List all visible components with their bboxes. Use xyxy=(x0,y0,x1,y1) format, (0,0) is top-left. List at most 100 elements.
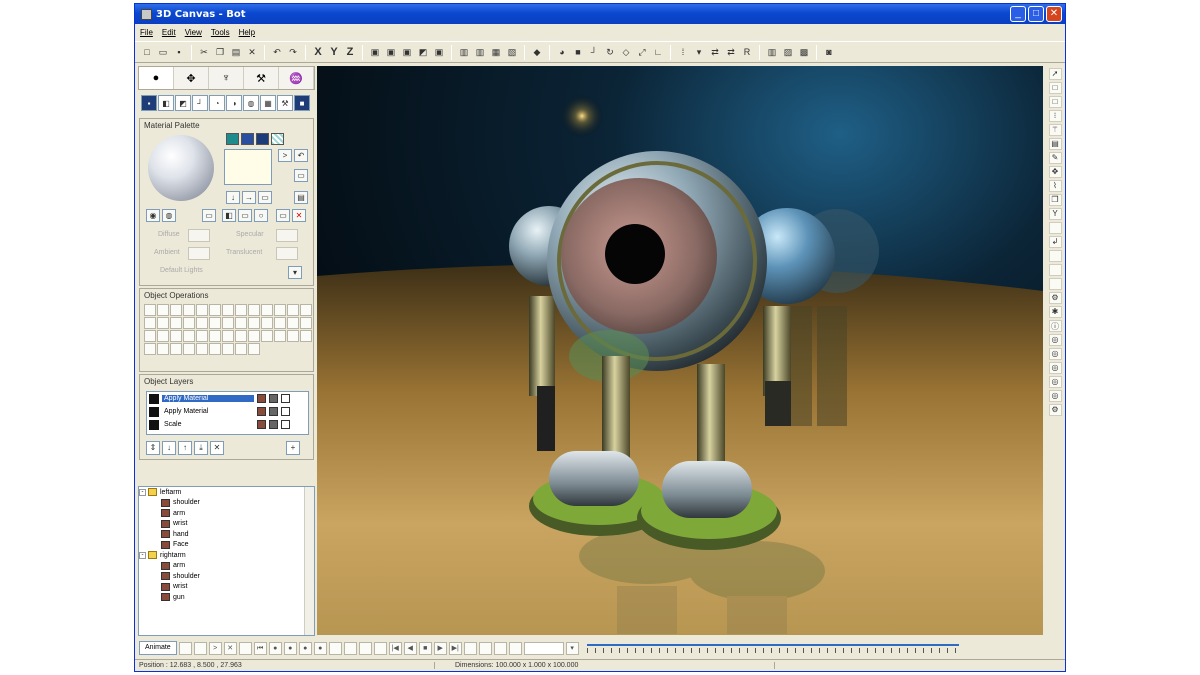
visibility-icon[interactable] xyxy=(269,420,278,429)
tree-item[interactable]: arm xyxy=(139,508,314,519)
settings-icon[interactable]: ⚙ xyxy=(1048,404,1062,416)
circle-icon[interactable]: ◎ xyxy=(1048,348,1062,360)
collapse-icon[interactable]: - xyxy=(139,551,146,559)
menu-view[interactable]: View xyxy=(185,28,202,37)
delete-material-icon[interactable]: ✕ xyxy=(292,209,306,222)
material-op-icon[interactable]: ▭ xyxy=(238,209,252,222)
material-preview-sphere[interactable] xyxy=(148,135,214,201)
undo-icon[interactable]: ↶ xyxy=(270,45,284,59)
material-op-icon[interactable]: ▭ xyxy=(202,209,216,222)
layer-row[interactable]: Apply Material xyxy=(147,405,308,418)
view-side-icon[interactable]: ▣ xyxy=(384,45,398,59)
play-icon[interactable]: ▶ xyxy=(433,641,447,655)
delete-layer-icon[interactable]: ✕ xyxy=(210,441,224,455)
operation-icon[interactable] xyxy=(209,317,221,329)
view-camera-icon[interactable]: ▣ xyxy=(432,45,446,59)
material-op-icon[interactable]: ○ xyxy=(254,209,268,222)
move-up-icon[interactable]: ↑ xyxy=(178,441,192,455)
tab-object[interactable]: ● xyxy=(139,67,174,89)
edit-icon[interactable]: ▤ xyxy=(1048,138,1062,150)
copy-icon[interactable]: ❐ xyxy=(213,45,227,59)
move-icon[interactable]: ◇ xyxy=(619,45,633,59)
clear-icon[interactable]: ▭ xyxy=(294,169,308,182)
camera-icon[interactable]: ◙ xyxy=(822,45,836,59)
operation-icon[interactable] xyxy=(196,343,208,355)
primitive-icon[interactable]: ■ xyxy=(294,95,310,111)
material-op-icon[interactable]: ◧ xyxy=(222,209,236,222)
operation-icon[interactable] xyxy=(300,304,312,316)
bend-icon[interactable]: ↲ xyxy=(1048,236,1062,248)
primitive-icon[interactable]: ◧ xyxy=(158,95,174,111)
select-box-icon[interactable]: □ xyxy=(1048,96,1062,108)
minimize-button[interactable]: _ xyxy=(1010,6,1026,22)
menu-help[interactable]: Help xyxy=(239,28,255,37)
arrow-down-icon[interactable]: ↓ xyxy=(226,191,240,204)
menu-edit[interactable]: Edit xyxy=(162,28,176,37)
operation-icon[interactable] xyxy=(170,343,182,355)
operation-icon[interactable] xyxy=(183,317,195,329)
delete-key-icon[interactable]: ✕ xyxy=(223,641,237,655)
translucent-spinner[interactable] xyxy=(276,247,298,260)
collapse-icon[interactable]: - xyxy=(139,488,146,496)
snap-icon[interactable]: ┘ xyxy=(587,45,601,59)
operation-icon[interactable] xyxy=(144,304,156,316)
open-icon[interactable]: ▭ xyxy=(156,45,170,59)
operation-icon[interactable] xyxy=(157,317,169,329)
next-key-icon[interactable]: > xyxy=(208,641,222,655)
dropdown-icon[interactable]: ▾ xyxy=(692,45,706,59)
checkbox-icon[interactable] xyxy=(281,407,290,416)
menu-file[interactable]: File xyxy=(140,28,153,37)
circle-icon[interactable]: ◎ xyxy=(1048,376,1062,388)
specular-spinner[interactable] xyxy=(276,229,298,242)
timeline-track[interactable] xyxy=(586,641,959,655)
paint-icon[interactable]: ✎ xyxy=(1048,152,1062,164)
delete-icon[interactable]: ✕ xyxy=(245,45,259,59)
operation-icon[interactable] xyxy=(222,317,234,329)
new-icon[interactable]: □ xyxy=(140,45,154,59)
link-icon[interactable]: ⇄ xyxy=(724,45,738,59)
tree-item[interactable]: wrist xyxy=(139,519,314,530)
operation-icon[interactable] xyxy=(183,330,195,342)
circle-icon[interactable]: ◎ xyxy=(1048,362,1062,374)
circle-icon[interactable]: ◎ xyxy=(1048,390,1062,402)
visibility-icon[interactable] xyxy=(269,394,278,403)
tree-item[interactable]: shoulder xyxy=(139,571,314,582)
tab-move[interactable]: ✥ xyxy=(174,67,209,89)
wand-icon[interactable]: ⚚ xyxy=(1048,124,1062,136)
tree-item[interactable]: hand xyxy=(139,529,314,540)
operation-icon[interactable] xyxy=(274,317,286,329)
primitive-icon[interactable]: ┘ xyxy=(192,95,208,111)
operation-icon[interactable] xyxy=(183,304,195,316)
sort-icon[interactable]: ⇕ xyxy=(146,441,160,455)
operation-icon[interactable] xyxy=(222,330,234,342)
maximize-button[interactable]: □ xyxy=(1028,6,1044,22)
cut-icon[interactable]: ✂ xyxy=(197,45,211,59)
keyframe-icon[interactable] xyxy=(463,641,477,655)
move-down-icon[interactable]: ↓ xyxy=(162,441,176,455)
operation-icon[interactable] xyxy=(235,317,247,329)
material-op-icon[interactable]: ▭ xyxy=(276,209,290,222)
explode-icon[interactable]: ✱ xyxy=(1048,306,1062,318)
object-tree[interactable]: - leftarm shoulder arm wrist hand Face - r… xyxy=(138,486,315,636)
blank-icon[interactable] xyxy=(1048,222,1062,234)
primitive-icon[interactable]: ◔ xyxy=(209,95,225,111)
operation-icon[interactable] xyxy=(300,317,312,329)
chevron-down-icon[interactable]: ▾ xyxy=(288,266,302,279)
operation-icon[interactable] xyxy=(248,304,260,316)
operation-icon[interactable] xyxy=(209,343,221,355)
operation-icon[interactable] xyxy=(261,330,273,342)
menu-tools[interactable]: Tools xyxy=(211,28,230,37)
axis-z-button[interactable]: Z xyxy=(343,45,357,59)
operation-icon[interactable] xyxy=(209,304,221,316)
operation-icon[interactable] xyxy=(196,317,208,329)
operation-icon[interactable] xyxy=(248,317,260,329)
diffuse-spinner[interactable] xyxy=(188,229,210,242)
prev-frame-icon[interactable]: ◀ xyxy=(403,641,417,655)
record-icon[interactable]: ● xyxy=(298,641,312,655)
title-bar[interactable]: 3D Canvas - Bot _ □ ✕ xyxy=(135,4,1065,24)
export-icon[interactable]: ▩ xyxy=(797,45,811,59)
operation-icon[interactable] xyxy=(157,343,169,355)
operation-icon[interactable] xyxy=(170,330,182,342)
material-swatch[interactable] xyxy=(271,133,284,145)
keyframe-icon[interactable] xyxy=(478,641,492,655)
